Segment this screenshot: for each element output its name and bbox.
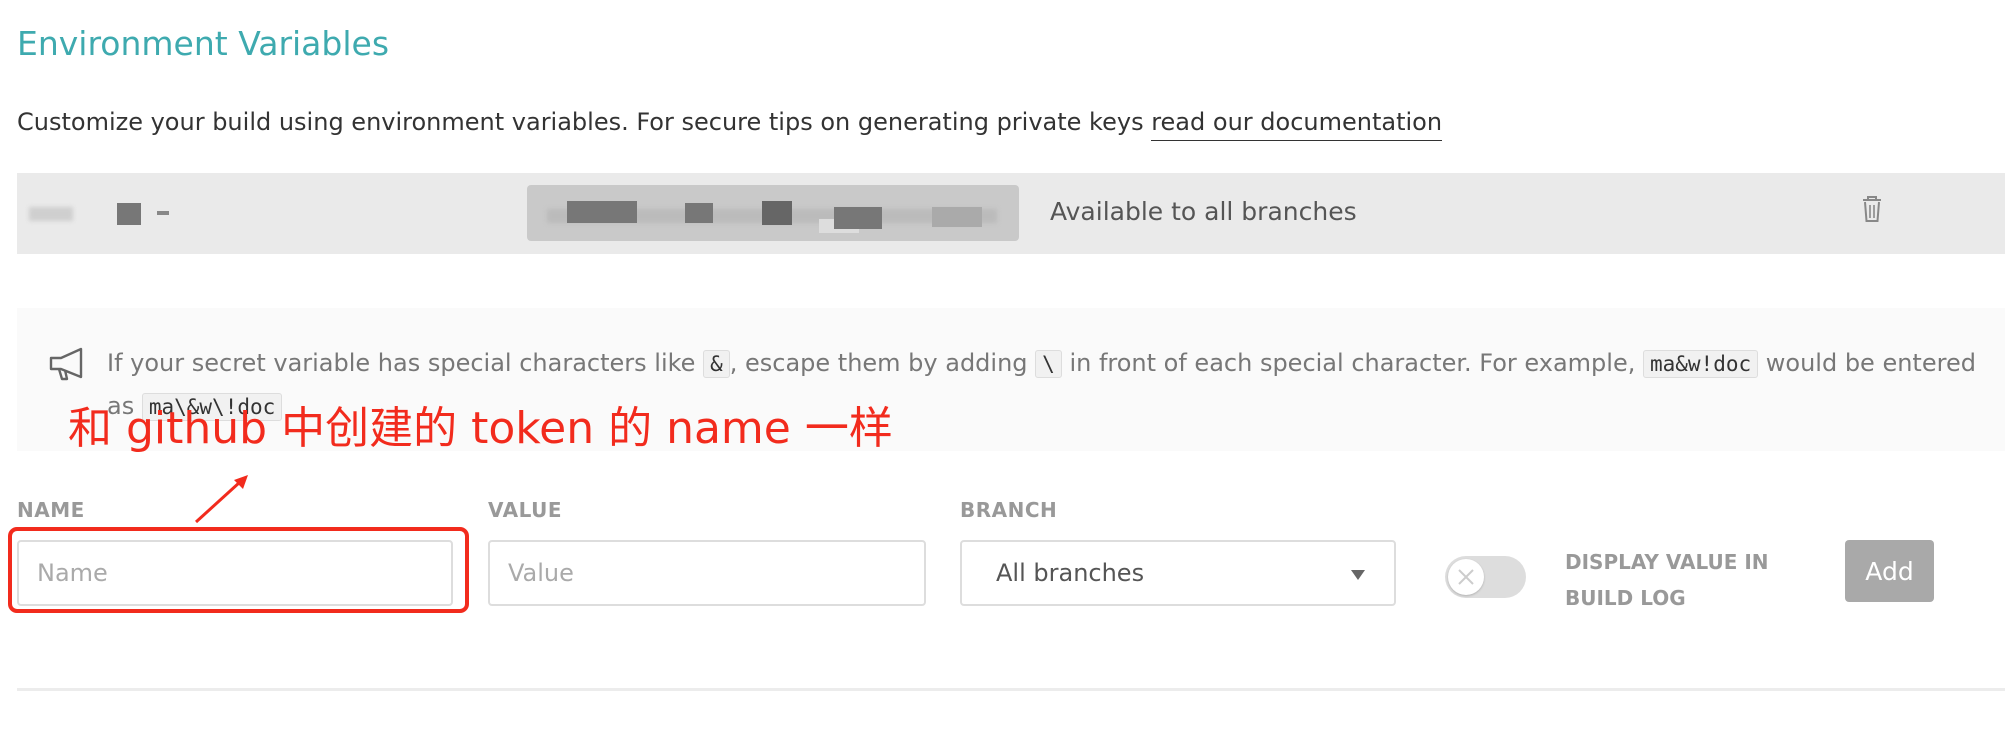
display-value-label: DISPLAY VALUE IN BUILD LOG xyxy=(1565,550,1769,610)
annotation-arrow xyxy=(190,470,260,530)
branch-select[interactable]: All branches xyxy=(960,540,1396,606)
notice-text-part: in front of each special character. For … xyxy=(1061,349,1643,377)
description-text: Customize your build using environment v… xyxy=(17,108,1152,136)
code-ampersand: & xyxy=(703,350,730,378)
variable-branch-availability: Available to all branches xyxy=(1050,197,1357,226)
value-label: VALUE xyxy=(488,498,563,522)
section-description: Customize your build using environment v… xyxy=(17,108,1443,141)
variable-name-redacted xyxy=(29,201,179,227)
toggle-knob xyxy=(1448,559,1484,595)
notice-text-part: , escape them by adding xyxy=(729,349,1036,377)
annotation-highlight-box xyxy=(8,527,469,613)
name-label: NAME xyxy=(17,498,85,522)
value-input[interactable] xyxy=(488,540,926,606)
documentation-link[interactable]: read our documentation xyxy=(1151,108,1443,141)
megaphone-icon xyxy=(47,345,91,385)
env-variable-row: Available to all branches xyxy=(17,173,2005,254)
branch-selected-value: All branches xyxy=(996,559,1145,587)
add-button[interactable]: Add xyxy=(1845,540,1934,602)
close-icon xyxy=(1458,569,1474,585)
trash-icon[interactable] xyxy=(1854,191,1890,227)
branch-label: BRANCH xyxy=(960,498,1058,522)
chevron-down-icon xyxy=(1350,559,1366,587)
annotation-text: 和 github 中创建的 token 的 name 一样 xyxy=(68,403,893,454)
section-title: Environment Variables xyxy=(17,24,390,63)
display-value-toggle[interactable] xyxy=(1445,556,1526,598)
variable-value-redacted xyxy=(527,185,1019,241)
code-example-raw: ma&w!doc xyxy=(1642,350,1759,378)
notice-text-part: If your secret variable has special char… xyxy=(107,349,704,377)
section-divider xyxy=(17,688,2005,691)
code-backslash: \ xyxy=(1035,350,1062,378)
